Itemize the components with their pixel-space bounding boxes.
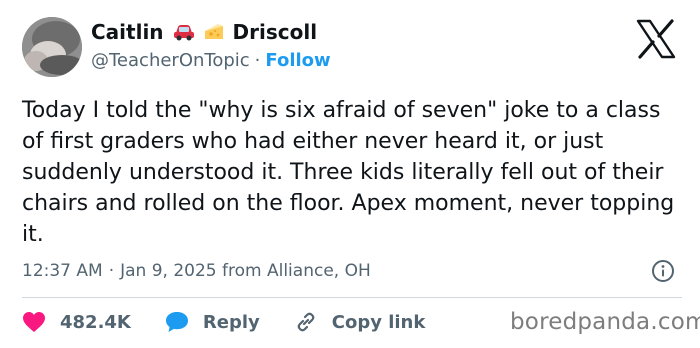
tweet-date-location[interactable]: Jan 9, 2025 from Alliance, OH [120, 261, 371, 281]
watermark: boredpanda.com [510, 309, 700, 335]
author-last-name: Driscoll [232, 20, 318, 44]
heart-icon [22, 311, 46, 333]
avatar[interactable] [22, 17, 82, 77]
likes-count: 482.4K [60, 311, 131, 333]
tweet-meta: 12:37 AM · Jan 9, 2025 from Alliance, OH [22, 258, 371, 284]
author-first-name: Caitlin [91, 20, 164, 44]
handle-row: @TeacherOnTopic · Follow [91, 47, 331, 73]
author-handle[interactable]: @TeacherOnTopic [91, 50, 250, 71]
speech-bubble-icon [165, 311, 189, 333]
car-emoji-icon [173, 23, 195, 41]
x-logo-icon[interactable] [635, 19, 677, 59]
like-button[interactable]: 482.4K [22, 311, 131, 333]
copy-link-button[interactable]: Copy link [294, 310, 426, 334]
follow-button[interactable]: Follow [265, 50, 330, 71]
tweet-time[interactable]: 12:37 AM [22, 261, 103, 281]
cheese-emoji-icon [203, 23, 225, 41]
divider [22, 297, 682, 298]
action-bar: 482.4K Reply Copy link [22, 308, 459, 336]
tweet-card: Caitlin Driscoll @TeacherOnTopic · Follo… [0, 0, 700, 348]
tweet-text: Today I told the "why is six afraid of s… [22, 98, 675, 247]
copy-link-label: Copy link [331, 311, 426, 333]
meta-separator: · [108, 261, 115, 281]
info-icon[interactable] [651, 259, 675, 283]
separator-dot: · [254, 49, 261, 71]
reply-button[interactable]: Reply [165, 311, 260, 333]
reply-label: Reply [202, 311, 260, 333]
link-icon [294, 310, 318, 334]
author-name[interactable]: Caitlin Driscoll [91, 18, 317, 46]
